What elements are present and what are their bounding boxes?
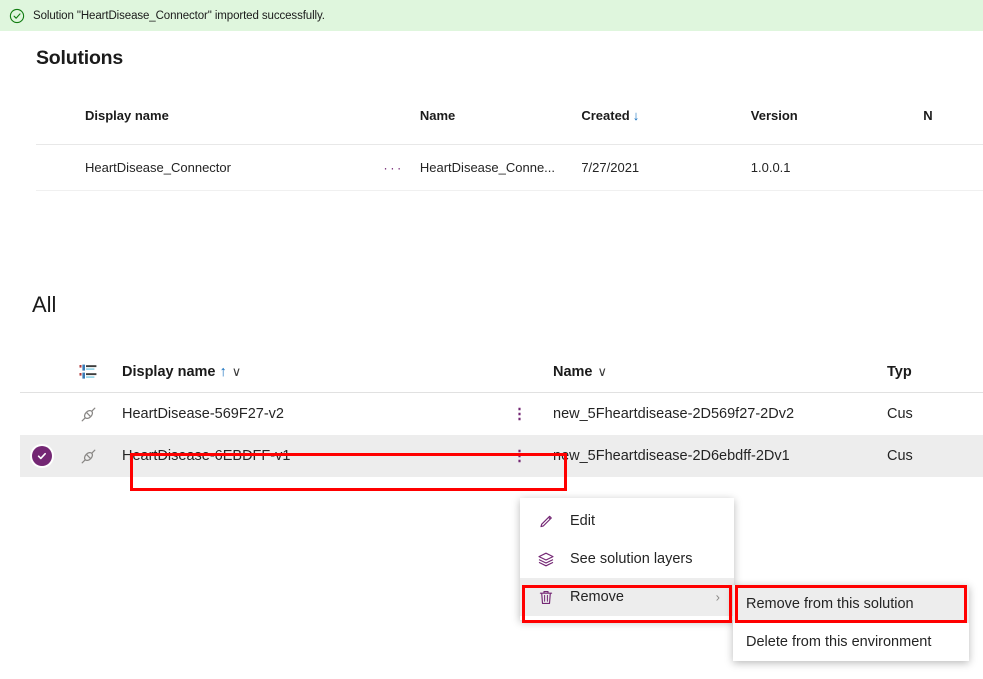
check-icon: [37, 452, 46, 460]
context-menu-item-remove-label: Remove: [570, 589, 624, 605]
row-selected-check-icon: [32, 446, 52, 466]
solution-version-cell: 1.0.0.1: [750, 160, 791, 175]
solution-display-name-cell[interactable]: HeartDisease_Connector ···: [36, 160, 420, 175]
row-more-actions-icon[interactable]: ⋮: [512, 449, 527, 464]
row-name-cell: new_5Fheartdisease-2D6ebdff-2Dv1: [553, 448, 790, 464]
solution-display-name-text: HeartDisease_Connector: [85, 160, 231, 175]
trash-icon: [536, 587, 556, 607]
row-type-cell: Cus: [887, 406, 913, 422]
row-display-name-text: HeartDisease-6EBDFF-v1: [122, 448, 291, 464]
column-header-truncated[interactable]: N: [923, 108, 983, 123]
submenu-item-remove-from-this-solution-label: Remove from this solution: [746, 596, 914, 612]
column-header-created-label: Created: [581, 108, 630, 123]
success-banner: Solution "HeartDisease_Connector" import…: [0, 0, 983, 31]
solutions-table: Display name Name Created ↓ Version N Hea…: [36, 108, 983, 191]
row-display-name-cell[interactable]: HeartDisease-6EBDFF-v1 ⋮: [112, 448, 547, 464]
column-header-all-name[interactable]: Name ∨: [547, 364, 887, 380]
column-header-version[interactable]: Version: [751, 108, 923, 123]
circle-check-icon: [9, 8, 25, 23]
submenu-item-delete-from-this-environment[interactable]: Delete from this environment: [733, 623, 969, 661]
solutions-table-header: Display name Name Created ↓ Version N: [36, 108, 983, 145]
connector-plug-icon: [81, 449, 95, 463]
column-header-name[interactable]: Name: [420, 108, 581, 123]
chevron-right-icon: ›: [715, 589, 720, 605]
row-select-cell[interactable]: [20, 446, 64, 466]
solutions-page-title: Solutions: [36, 47, 124, 69]
chevron-down-icon[interactable]: ∨: [598, 364, 608, 379]
column-header-all-display-name[interactable]: Display name ↑ ∨: [112, 364, 547, 380]
solutions-table-row[interactable]: HeartDisease_Connector ··· HeartDisease_…: [36, 145, 983, 191]
column-header-truncated-label: N: [923, 108, 933, 123]
column-header-display-name[interactable]: Display name: [36, 108, 420, 123]
submenu-item-delete-from-this-environment-label: Delete from this environment: [746, 634, 932, 650]
column-header-version-label: Version: [750, 108, 798, 123]
chevron-down-icon[interactable]: ∨: [232, 364, 242, 379]
column-header-all-display-name-label: Display name: [122, 364, 216, 380]
row-display-name-cell[interactable]: HeartDisease-569F27-v2 ⋮: [112, 406, 547, 422]
success-banner-text: Solution "HeartDisease_Connector" import…: [33, 9, 325, 22]
context-menu-item-remove[interactable]: Remove ›: [520, 578, 734, 616]
sort-ascending-arrow-icon: ↑: [219, 364, 227, 380]
all-section-title: All: [32, 292, 57, 317]
solution-row-overflow-icon[interactable]: ···: [383, 161, 404, 174]
row-display-name-text: HeartDisease-569F27-v2: [122, 406, 284, 422]
row-name-cell: new_5Fheartdisease-2D569f27-2Dv2: [553, 406, 795, 422]
row-type-icon-cell: [64, 448, 112, 465]
context-menu-item-see-solution-layers-label: See solution layers: [570, 551, 693, 567]
remove-submenu: Remove from this solution Delete from th…: [733, 585, 969, 661]
table-row[interactable]: HeartDisease-6EBDFF-v1 ⋮ new_5Fheartdise…: [20, 435, 983, 477]
context-menu-item-edit[interactable]: Edit: [520, 502, 734, 540]
all-table-header: Display name ↑ ∨ Name ∨ Typ: [20, 352, 983, 393]
sort-descending-arrow-icon: ↓: [632, 108, 640, 123]
context-menu-item-see-solution-layers[interactable]: See solution layers: [520, 540, 734, 578]
row-context-menu: Edit See solution layers Remove ›: [520, 498, 734, 620]
column-header-display-name-label: Display name: [85, 108, 169, 123]
row-more-actions-icon[interactable]: ⋮: [512, 407, 527, 422]
submenu-item-remove-from-this-solution[interactable]: Remove from this solution: [733, 585, 969, 623]
all-components-table: Display name ↑ ∨ Name ∨ Typ HeartDisease-56…: [20, 352, 983, 477]
column-header-all-type-label: Typ: [887, 364, 912, 380]
view-options-button[interactable]: [64, 364, 112, 380]
row-type-cell: Cus: [887, 448, 913, 464]
context-menu-item-edit-label: Edit: [570, 513, 595, 529]
layers-icon: [536, 549, 556, 569]
solution-created-cell: 7/27/2021: [581, 160, 640, 175]
pencil-icon: [536, 511, 556, 531]
list-view-icon: [79, 364, 97, 379]
table-row[interactable]: HeartDisease-569F27-v2 ⋮ new_5Fheartdise…: [20, 393, 983, 435]
connector-plug-icon: [81, 407, 95, 421]
column-header-name-label: Name: [419, 108, 456, 123]
column-header-all-name-label: Name: [553, 364, 593, 380]
column-header-all-type[interactable]: Typ: [887, 364, 983, 380]
row-type-icon-cell: [64, 406, 112, 423]
column-header-created[interactable]: Created ↓: [581, 108, 750, 123]
solution-name-cell: HeartDisease_Conne...: [419, 160, 556, 175]
